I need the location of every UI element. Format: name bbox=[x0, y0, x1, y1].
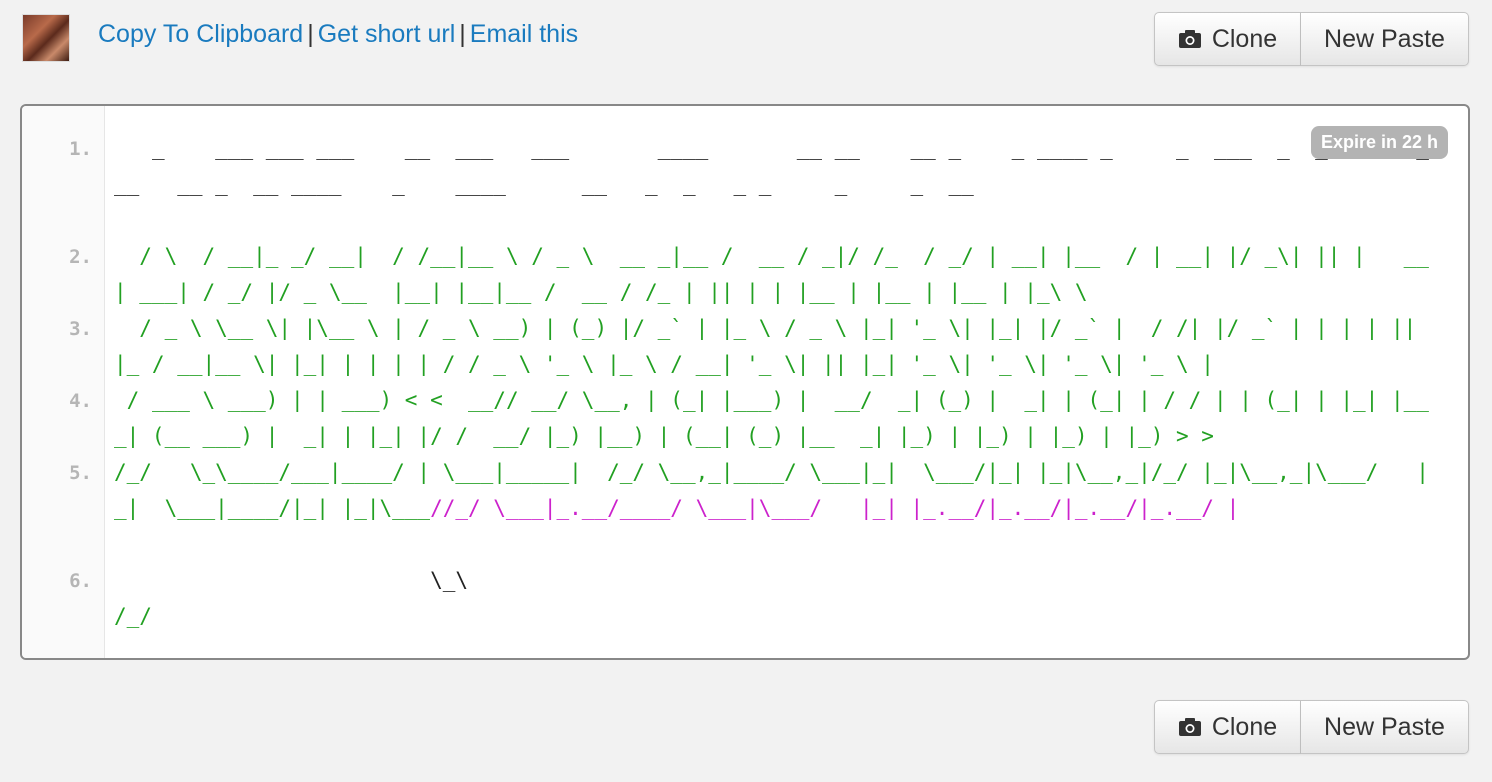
new-paste-label: New Paste bbox=[1324, 24, 1445, 53]
clone-label: Clone bbox=[1211, 24, 1278, 53]
new-paste-button[interactable]: New Paste bbox=[1301, 700, 1469, 754]
line-number: 4. bbox=[69, 390, 92, 412]
line-number: 3. bbox=[69, 318, 92, 340]
link-separator: | bbox=[307, 20, 314, 48]
avatar bbox=[22, 14, 70, 62]
bottom-button-group: Clone New Paste bbox=[1154, 700, 1469, 754]
line-number: 2. bbox=[69, 246, 92, 268]
camera-icon bbox=[1178, 30, 1201, 48]
code-line-4: / ___ \ ___) | | ___) < < __// __/ \__, … bbox=[114, 388, 1455, 448]
get-short-url-link[interactable]: Get short url bbox=[318, 20, 456, 48]
camera-icon bbox=[1178, 718, 1201, 736]
email-this-link[interactable]: Email this bbox=[470, 20, 578, 48]
clone-button[interactable]: Clone bbox=[1154, 700, 1301, 754]
code-line-2: / \ / __|_ _/ __| / /__|__ \ / _ \ __ _|… bbox=[114, 244, 1429, 304]
code-line-1: _ ___ ___ ___ __ ___ ___ ____ __ __ __ _… bbox=[114, 136, 1429, 196]
top-button-group: Clone New Paste bbox=[1154, 12, 1469, 66]
code-line-6: \_\ /_/ bbox=[114, 562, 1440, 634]
clone-label: Clone bbox=[1211, 712, 1278, 741]
new-paste-label: New Paste bbox=[1324, 712, 1445, 741]
line-number: 1. bbox=[69, 138, 92, 160]
code-line-5: /_/ \_\____/___|____/ | \___|_____| /_/ … bbox=[114, 454, 1440, 526]
line-number: 6. bbox=[69, 570, 92, 592]
paste-actions: Copy To Clipboard | Get short url | Email th… bbox=[98, 20, 578, 49]
code-panel: 1. 2. 3. 4. 5. 6. _ ___ ___ ___ __ ___ _… bbox=[20, 104, 1470, 660]
code-line-6-green: /_/ bbox=[114, 604, 152, 628]
copy-to-clipboard-link[interactable]: Copy To Clipboard bbox=[98, 20, 303, 48]
new-paste-button[interactable]: New Paste bbox=[1301, 12, 1469, 66]
expire-badge: Expire in 22 h bbox=[1310, 126, 1448, 159]
code-line-6-text: \_\ bbox=[114, 568, 469, 592]
clone-button[interactable]: Clone bbox=[1154, 12, 1301, 66]
link-separator: | bbox=[459, 20, 466, 48]
code-line-3: / _ \ \__ \| |\__ \ | / _ \ __) | (_) |/… bbox=[114, 316, 1429, 376]
code-line-5-magenta: //_/ \___|_.__/____/ \___|\___/ |_| |_._… bbox=[430, 496, 1240, 520]
line-number: 5. bbox=[69, 462, 92, 484]
